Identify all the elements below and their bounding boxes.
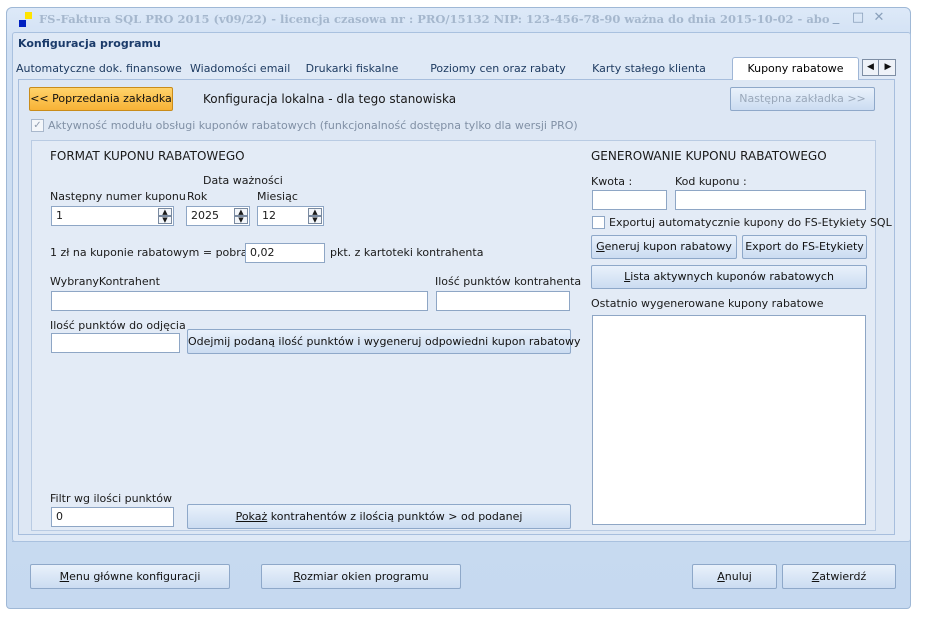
code-input[interactable] [675, 190, 866, 210]
app-logo-icon [16, 10, 36, 30]
tab-scroll-buttons: ◀ ▶ [862, 59, 896, 76]
divider [12, 541, 898, 542]
filter-label: Filtr wg ilości punktów [50, 492, 172, 505]
tab-poziomy-cen[interactable]: Poziomy cen oraz rabaty [430, 58, 566, 79]
export-auto-checkbox[interactable] [592, 216, 605, 229]
year-stepper[interactable]: 2025 ▲ ▼ [186, 206, 250, 226]
cancel-rest: nuluj [724, 570, 752, 583]
generate-coupon-button[interactable]: Generuj kupon rabatowy [591, 235, 737, 259]
contractor-points-label: Ilość punktów kontrahenta [435, 275, 582, 288]
amount-input[interactable] [592, 190, 667, 210]
local-config-label: Konfiguracja lokalna - dla tego stanowis… [203, 92, 457, 106]
tab-wiadomosci-email[interactable]: Wiadomości email [190, 58, 290, 79]
next-number-stepper[interactable]: 1 ▲ ▼ [51, 206, 174, 226]
tab-kupony-rabatowe[interactable]: Kupony rabatowe [732, 57, 859, 80]
tab-automatyczne-dok[interactable]: Automatyczne dok. finansowe [16, 58, 182, 79]
spinner[interactable]: ▲ ▼ [158, 208, 172, 224]
contractor-input[interactable] [51, 291, 428, 311]
spin-up-icon[interactable]: ▲ [158, 208, 172, 216]
spin-up-icon[interactable]: ▲ [308, 208, 322, 216]
prev-tab-button[interactable]: << Poprzedania zakładka [29, 87, 173, 111]
cancel-button[interactable]: Anuluj [692, 564, 777, 589]
contractor-points-input[interactable] [436, 291, 570, 311]
minimize-icon[interactable]: _ [828, 11, 844, 25]
rate-input[interactable]: 0,02 [245, 243, 325, 263]
spinner[interactable]: ▲ ▼ [308, 208, 322, 224]
deduct-points-input[interactable] [51, 333, 180, 353]
chevron-right-icon[interactable]: ▶ [880, 60, 896, 75]
year-label: Rok [187, 190, 208, 203]
show-ul: Pokaż [235, 510, 268, 523]
month-label: Miesiąc [257, 190, 298, 203]
size-rest: ozmiar okien programu [300, 570, 429, 583]
active-coupons-list-button[interactable]: Lista aktywnych kuponów rabatowych [591, 265, 867, 289]
filter-points-input[interactable]: 0 [51, 507, 174, 527]
show-contractors-button[interactable]: Pokaż kontrahentów z ilością punktów > o… [187, 504, 571, 529]
menu-ul: M [59, 570, 70, 583]
format-section-title: FORMAT KUPONU RABATOWEGO [50, 149, 245, 163]
export-labels-button[interactable]: Export do FS-Etykiety [742, 235, 867, 259]
next-tab-button[interactable]: Następna zakładka >> [730, 87, 875, 111]
contractor-label: WybranyKontrahent [50, 275, 160, 288]
cancel-ul: A [717, 570, 725, 583]
next-number-value: 1 [56, 209, 63, 222]
month-stepper[interactable]: 12 ▲ ▼ [257, 206, 324, 226]
deduct-points-label: Ilość punktów do odjęcia [50, 319, 186, 332]
close-icon[interactable]: ✕ [871, 11, 887, 25]
rate-suffix-label: pkt. z kartoteki kontrahenta [330, 246, 484, 259]
show-rest: kontrahentów z ilością punktów > od poda… [267, 510, 523, 523]
generate-section-title: GENEROWANIE KUPONU RABATOWEGO [591, 149, 827, 163]
deduct-generate-button[interactable]: Odejmij podaną ilość punktów i wygeneruj… [187, 329, 580, 354]
spin-down-icon[interactable]: ▼ [308, 216, 322, 224]
gen-ul: G [596, 240, 605, 253]
export-auto-label: Exportuj automatycznie kupony do FS-Etyk… [609, 216, 892, 229]
next-number-label: Następny numer kuponu [50, 190, 186, 203]
rate-label: 1 zł na kuponie rabatowym = pobraniu [50, 246, 265, 259]
tab-karty-stalego-klienta[interactable]: Karty stałego klienta [590, 58, 708, 79]
list-rest: ista aktywnych kuponów rabatowych [630, 270, 834, 283]
window-size-button[interactable]: Rozmiar okien programu [261, 564, 461, 589]
confirm-rest: atwierdź [819, 570, 867, 583]
expiry-label: Data ważności [203, 174, 283, 187]
spinner[interactable]: ▲ ▼ [234, 208, 248, 224]
main-config-menu-button[interactable]: Menu główne konfiguracji [30, 564, 230, 589]
menu-rest: enu główne konfiguracji [69, 570, 201, 583]
recent-coupons-list[interactable] [592, 315, 866, 525]
spin-up-icon[interactable]: ▲ [234, 208, 248, 216]
module-active-checkbox[interactable]: ✓ [31, 119, 44, 132]
dialog-title: Konfiguracja programu [18, 37, 161, 50]
spin-down-icon[interactable]: ▼ [158, 216, 172, 224]
month-value: 12 [262, 209, 276, 222]
chevron-left-icon[interactable]: ◀ [863, 60, 879, 75]
confirm-button[interactable]: Zatwierdź [782, 564, 896, 589]
gen-rest: eneruj kupon rabatowy [604, 240, 732, 253]
tab-drukarki-fiskalne[interactable]: Drukarki fiskalne [304, 58, 400, 79]
spin-down-icon[interactable]: ▼ [234, 216, 248, 224]
maximize-icon[interactable]: □ [850, 11, 866, 25]
module-active-label: Aktywność modułu obsługi kuponów rabatow… [48, 119, 578, 132]
amount-label: Kwota : [591, 175, 633, 188]
recent-coupons-label: Ostatnio wygenerowane kupony rabatowe [591, 297, 824, 310]
year-value: 2025 [191, 209, 219, 222]
code-label: Kod kuponu : [675, 175, 747, 188]
